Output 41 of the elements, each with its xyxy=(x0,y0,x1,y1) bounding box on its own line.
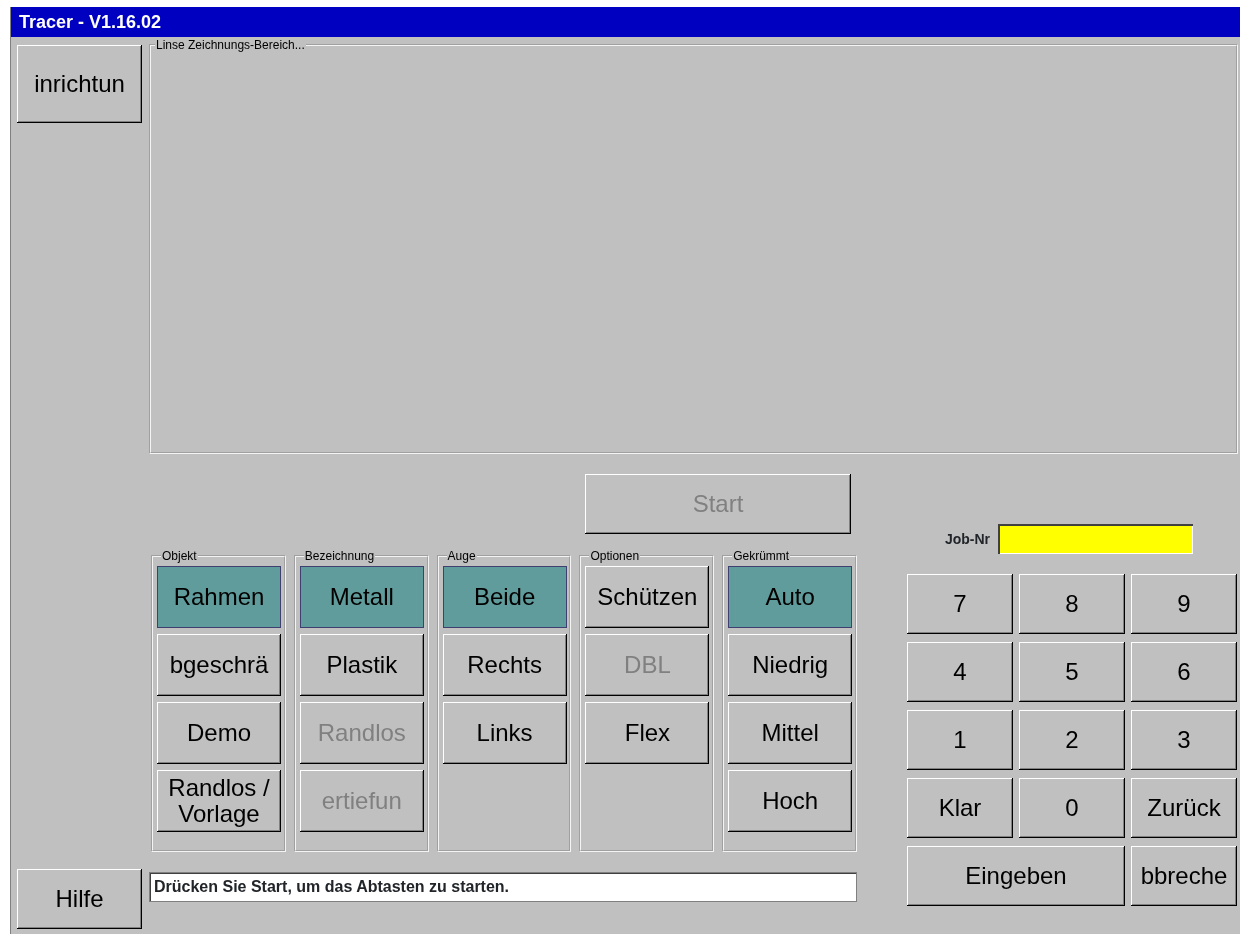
group-label: Auge xyxy=(446,550,477,562)
window-title: Tracer - V1.16.02 xyxy=(11,7,1240,37)
keypad-key[interactable]: 1 xyxy=(907,710,1013,770)
option-button[interactable]: Demo xyxy=(157,702,281,764)
option-button[interactable]: Flex xyxy=(585,702,710,764)
option-button[interactable]: Niedrig xyxy=(728,634,853,696)
keypad-key[interactable]: 5 xyxy=(1019,642,1125,702)
option-button[interactable]: Hoch xyxy=(728,770,853,832)
option-button[interactable]: Beide xyxy=(442,566,567,628)
option-button[interactable]: Auto xyxy=(728,566,853,628)
keypad-key[interactable]: 4 xyxy=(907,642,1013,702)
keypad-key[interactable]: Klar xyxy=(907,778,1013,838)
keypad-key[interactable]: Eingeben xyxy=(907,846,1125,906)
option-button[interactable]: Rechts xyxy=(442,634,567,696)
group-label: Objekt xyxy=(161,550,198,562)
keypad-key[interactable]: 8 xyxy=(1019,574,1125,634)
keypad-key[interactable]: 6 xyxy=(1131,642,1237,702)
option-button[interactable]: Schützen xyxy=(585,566,710,628)
option-button[interactable]: Rahmen xyxy=(157,566,281,628)
group-label: Linse Zeichnungs-Bereich... xyxy=(155,39,306,51)
group-label: Gekrümmt xyxy=(732,550,791,562)
option-button[interactable]: Plastik xyxy=(299,634,424,696)
status-message: Drücken Sie Start, um das Abtasten zu starten. xyxy=(149,872,857,902)
help-button[interactable]: Hilfe xyxy=(17,869,142,929)
option-button[interactable]: Mittel xyxy=(728,702,853,764)
keypad-key[interactable]: 0 xyxy=(1019,778,1125,838)
keypad-key[interactable]: Zurück xyxy=(1131,778,1237,838)
job-number-field[interactable] xyxy=(998,524,1193,554)
group-label: Bezeichnung xyxy=(303,550,376,562)
keypad-key[interactable]: 7 xyxy=(907,574,1013,634)
option-button[interactable]: Metall xyxy=(299,566,424,628)
field-label: Job-Nr xyxy=(944,529,990,549)
keypad-key[interactable]: 2 xyxy=(1019,710,1125,770)
option-button[interactable]: bgeschrä xyxy=(157,634,281,696)
keypad-key[interactable]: 9 xyxy=(1131,574,1237,634)
group-label: Optionen xyxy=(589,550,641,562)
keypad-key[interactable]: bbreche xyxy=(1131,846,1237,906)
keypad-key[interactable]: 3 xyxy=(1131,710,1237,770)
option-button[interactable]: Links xyxy=(442,702,567,764)
option-button[interactable]: Randlos / Vorlage xyxy=(157,770,281,832)
setup-button[interactable]: inrichtun xyxy=(17,45,142,123)
